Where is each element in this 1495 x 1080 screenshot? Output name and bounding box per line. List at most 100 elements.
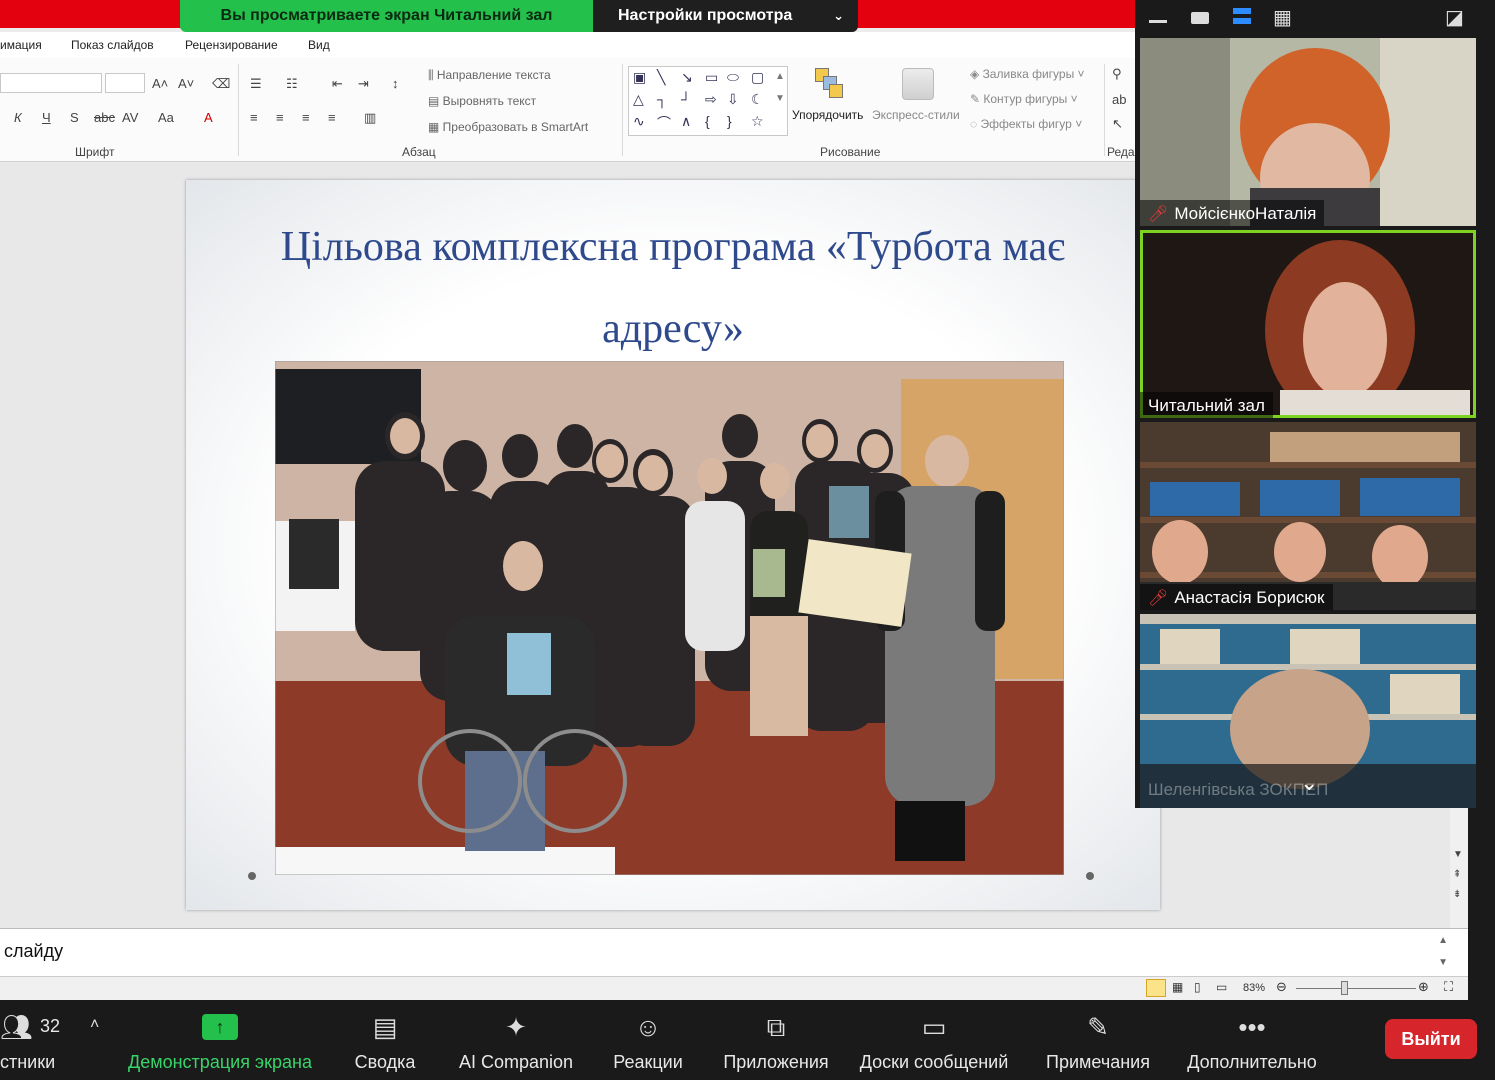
zoom-slider[interactable] bbox=[1296, 988, 1416, 989]
align-center-icon[interactable]: ≡ bbox=[276, 110, 284, 125]
quick-styles-icon[interactable] bbox=[902, 68, 934, 100]
right-arrow-shape-icon[interactable]: ⇨ bbox=[705, 91, 717, 108]
notes-pane[interactable]: слайду ▲ ▼ bbox=[0, 928, 1468, 976]
ai-companion-button[interactable]: ✦ AI Companion bbox=[450, 1000, 582, 1080]
tab-review[interactable]: Рецензирование bbox=[185, 38, 278, 52]
more-button[interactable]: ••• Дополнительно bbox=[1178, 1000, 1326, 1080]
elbow-arrow-icon[interactable]: ┘ bbox=[681, 91, 691, 107]
strip-view-icon[interactable] bbox=[1233, 8, 1251, 24]
gallery-grid-icon[interactable]: ▦ bbox=[1273, 5, 1292, 30]
arrow-line-icon[interactable]: ↘ bbox=[681, 69, 693, 86]
zoom-slider-thumb[interactable] bbox=[1341, 981, 1348, 995]
notes-scroll-up-icon[interactable]: ▲ bbox=[1438, 935, 1448, 946]
line-spacing-icon[interactable]: ↕ bbox=[392, 76, 399, 91]
slide-canvas[interactable]: Цільова комплексна програма «Турбота має… bbox=[186, 180, 1160, 910]
share-screen-button[interactable]: ↑ Демонстрация экрана bbox=[120, 1000, 320, 1080]
scroll-gallery-down-icon[interactable]: ⌄ bbox=[1300, 770, 1318, 796]
shrink-font-icon[interactable]: A˅ bbox=[178, 76, 194, 91]
shape-effects-button[interactable]: ◌ Эффекты фигур ˅ bbox=[970, 117, 1082, 131]
bullets-icon[interactable]: ☰ bbox=[250, 76, 262, 92]
zoom-level[interactable]: 83% bbox=[1243, 982, 1265, 994]
increase-indent-icon[interactable]: ⇥ bbox=[358, 76, 369, 92]
strikethrough-icon[interactable]: abc bbox=[94, 110, 115, 125]
rounded-rect-icon[interactable]: ▢ bbox=[751, 69, 764, 86]
scroll-down-icon[interactable]: ▼ bbox=[775, 93, 785, 104]
rectangle-shape-icon[interactable]: ▭ bbox=[705, 69, 718, 86]
chevron-up-icon[interactable]: ˄ bbox=[90, 1016, 99, 1034]
justify-icon[interactable]: ≡ bbox=[328, 110, 336, 125]
scroll-up-icon[interactable]: ▲ bbox=[775, 71, 785, 82]
columns-icon[interactable]: ▥ bbox=[364, 110, 376, 126]
font-color-icon[interactable]: A bbox=[204, 110, 213, 125]
italic-icon[interactable]: К bbox=[14, 110, 22, 125]
spacing-icon[interactable]: AV bbox=[122, 110, 138, 125]
whiteboards-button[interactable]: ▭ Доски сообщений bbox=[852, 1000, 1016, 1080]
arrange-button[interactable]: Упорядочить bbox=[792, 108, 863, 122]
vertical-scrollbar[interactable]: ▼ ⇞ ⇟ bbox=[1450, 805, 1468, 928]
underline-icon[interactable]: Ч bbox=[42, 110, 51, 125]
notes-scroll-down-icon[interactable]: ▼ bbox=[1438, 957, 1448, 968]
oval-shape-icon[interactable]: ⬭ bbox=[727, 69, 739, 86]
quick-styles-button[interactable]: Экспресс-стили bbox=[872, 108, 960, 122]
tab-view[interactable]: Вид bbox=[308, 38, 330, 52]
next-slide-icon[interactable]: ⇟ bbox=[1453, 889, 1461, 900]
zoom-out-icon[interactable]: ⊖ bbox=[1276, 979, 1287, 995]
normal-view-icon[interactable] bbox=[1146, 979, 1166, 997]
triangle-shape-icon[interactable]: △ bbox=[633, 91, 644, 108]
star-shape-icon[interactable]: ☆ bbox=[751, 113, 764, 130]
resize-handle[interactable] bbox=[1086, 872, 1094, 880]
scribble-icon[interactable]: ∧ bbox=[681, 113, 691, 130]
participants-button[interactable]: 👥︎ 32 стники bbox=[0, 1000, 90, 1080]
minimize-icon[interactable] bbox=[1149, 20, 1167, 23]
tab-animation[interactable]: имация bbox=[0, 38, 42, 52]
zoom-in-icon[interactable]: ⊕ bbox=[1418, 979, 1429, 995]
textbox-shape-icon[interactable]: ▣ bbox=[633, 69, 646, 86]
reading-view-icon[interactable]: ▯ bbox=[1194, 980, 1201, 994]
participant-tile[interactable]: 🎤︎ Анастасія Борисюк bbox=[1140, 422, 1476, 610]
shape-fill-button[interactable]: ◈ Заливка фигуры ˅ bbox=[970, 67, 1085, 81]
curve-icon[interactable]: ∿ bbox=[633, 113, 645, 130]
notes-text[interactable]: слайду bbox=[4, 941, 63, 962]
resize-handle[interactable] bbox=[248, 872, 256, 880]
slideshow-icon[interactable]: ▭ bbox=[1216, 980, 1227, 994]
line-shape-icon[interactable]: ╲ bbox=[657, 69, 665, 86]
exit-fullscreen-icon[interactable]: ◪ bbox=[1445, 5, 1464, 30]
font-size-combo[interactable] bbox=[105, 73, 145, 93]
align-text-button[interactable]: ▤ Выровнять текст bbox=[428, 94, 536, 108]
decrease-indent-icon[interactable]: ⇤ bbox=[332, 76, 343, 92]
leave-button[interactable]: Выйти bbox=[1385, 1019, 1477, 1059]
apps-button[interactable]: ⧉ Приложения bbox=[716, 1000, 836, 1080]
scroll-down-arrow-icon[interactable]: ▼ bbox=[1453, 849, 1463, 860]
left-brace-icon[interactable]: { bbox=[705, 113, 710, 129]
slide-sorter-icon[interactable]: ▦ bbox=[1172, 980, 1183, 994]
find-icon[interactable]: ⚲ bbox=[1112, 66, 1122, 82]
group-photo[interactable] bbox=[275, 361, 1064, 875]
reactions-button[interactable]: ☺ Реакции bbox=[606, 1000, 690, 1080]
slide-title[interactable]: Цільова комплексна програма «Турбота має… bbox=[226, 206, 1120, 370]
change-case-icon[interactable]: Aa bbox=[158, 110, 174, 125]
arrange-icon[interactable] bbox=[815, 68, 845, 98]
right-brace-icon[interactable]: } bbox=[727, 113, 732, 129]
replace-icon[interactable]: ab bbox=[1112, 92, 1126, 107]
shape-outline-button[interactable]: ✎ Контур фигуры ˅ bbox=[970, 92, 1078, 106]
arc-icon[interactable]: ⌒ bbox=[657, 113, 671, 133]
clear-format-icon[interactable]: ⌫ bbox=[212, 76, 230, 92]
shapes-gallery[interactable]: ▣ ╲ ↘ ▭ ⬭ ▢ △ ┐ ┘ ⇨ ⇩ ☾ ∿ ⌒ ∧ { } ☆ ▲ ▼ bbox=[628, 66, 788, 136]
smartart-button[interactable]: ▦ Преобразовать в SmartArt bbox=[428, 120, 588, 134]
down-arrow-shape-icon[interactable]: ⇩ bbox=[727, 91, 739, 108]
text-direction-button[interactable]: ⫼ Направление текста bbox=[428, 68, 551, 83]
align-left-icon[interactable]: ≡ bbox=[250, 110, 258, 125]
grow-font-icon[interactable]: A˄ bbox=[152, 76, 168, 91]
fit-slide-icon[interactable]: ⛶ bbox=[1444, 979, 1453, 995]
participant-tile[interactable]: Шеленгівська ЗОКПЕП ⌄ bbox=[1140, 614, 1476, 808]
speaker-view-icon[interactable] bbox=[1191, 12, 1209, 24]
notes-button[interactable]: ✎ Примечания bbox=[1038, 1000, 1158, 1080]
align-right-icon[interactable]: ≡ bbox=[302, 110, 310, 125]
freeform-icon[interactable]: ☾ bbox=[751, 91, 764, 108]
shadow-icon[interactable]: S bbox=[70, 110, 79, 125]
participant-tile-active[interactable]: Читальний зал bbox=[1140, 230, 1476, 418]
elbow-connector-icon[interactable]: ┐ bbox=[657, 91, 667, 107]
summary-button[interactable]: ▤ Сводка bbox=[345, 1000, 425, 1080]
select-icon[interactable]: ↖ bbox=[1112, 116, 1123, 132]
prev-slide-icon[interactable]: ⇞ bbox=[1453, 869, 1461, 880]
